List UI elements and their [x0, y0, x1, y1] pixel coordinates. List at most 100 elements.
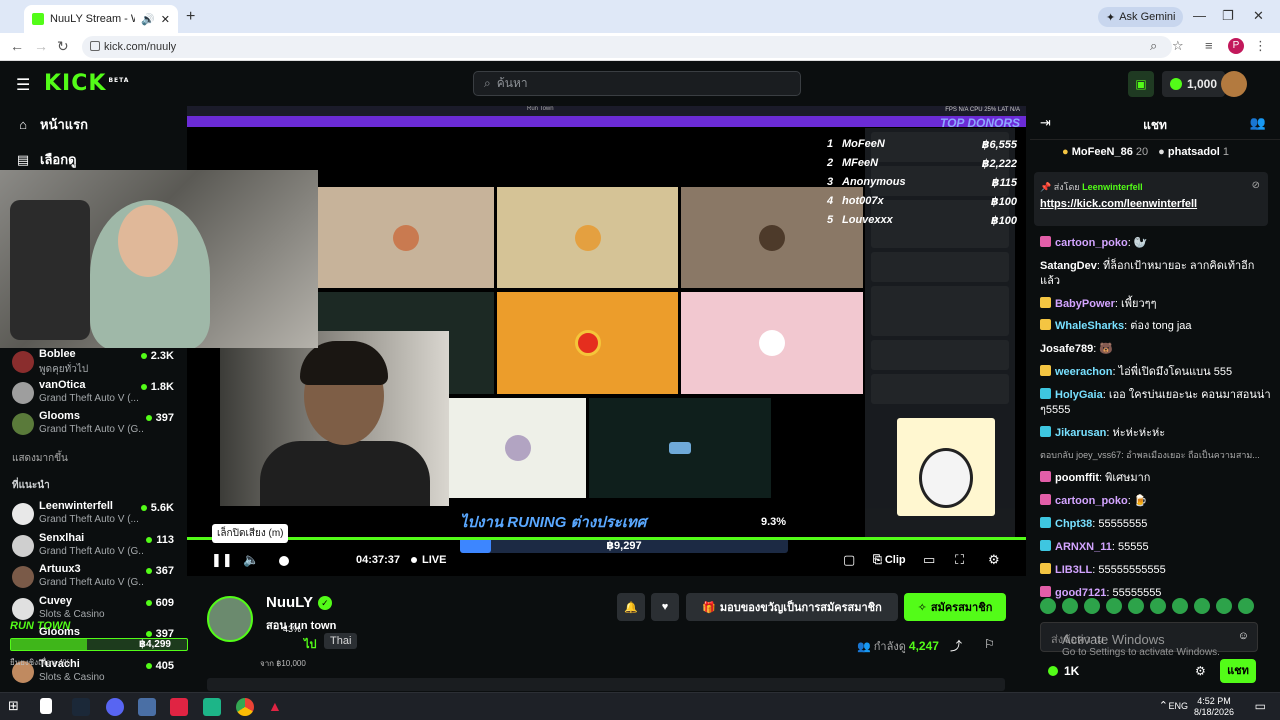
app-icon[interactable] — [138, 698, 156, 716]
sidebar-channel-senxlhai[interactable]: Senxlhai Grand Theft Auto V (G... 113 — [12, 532, 182, 562]
hide-pinned-icon[interactable]: ⊘ — [1252, 180, 1260, 191]
app-triangle-icon[interactable]: ▲ — [268, 698, 286, 716]
pinned-link[interactable]: https://kick.com/leenwinterfell — [1040, 198, 1197, 210]
pinned-message[interactable]: 📌 ส่งโดย Leenwinterfell https://kick.com… — [1034, 172, 1268, 226]
chat-username[interactable]: poomffit — [1055, 472, 1099, 484]
zoom-icon[interactable]: ⌕ — [1150, 38, 1157, 54]
video-seek-bar[interactable] — [187, 537, 1026, 540]
fullscreen-icon[interactable]: ⛶ — [955, 552, 964, 568]
site-info-icon[interactable] — [90, 41, 100, 51]
chat-username[interactable]: SatangDev — [1040, 260, 1097, 272]
top-gifter[interactable]: ● phatsadol 1 — [1158, 146, 1229, 158]
emote-icon[interactable] — [1084, 598, 1100, 614]
chat-username[interactable]: Chpt38 — [1055, 518, 1092, 530]
show-more-link[interactable]: แสดงมากขึ้น — [12, 451, 68, 466]
top-gifter[interactable]: ● MoFeeN_86 20 — [1062, 146, 1148, 158]
subscribe-button[interactable]: ✧ สมัครสมาชิก — [904, 593, 1006, 621]
forward-icon[interactable]: → — [34, 38, 48, 54]
steam-icon[interactable] — [72, 698, 90, 716]
notification-bell-button[interactable]: 🔔 — [617, 593, 645, 621]
maximize-icon[interactable]: ❐ — [1222, 8, 1234, 24]
volume-icon[interactable]: 🔈 — [243, 552, 259, 568]
chat-username[interactable]: HolyGaia — [1055, 389, 1103, 401]
chat-username[interactable]: Josafe789 — [1040, 343, 1093, 355]
pause-icon[interactable]: ❚❚ — [211, 552, 233, 568]
chat-users-icon[interactable]: 👥 — [1250, 115, 1266, 131]
ask-gemini-button[interactable]: ✦ Ask Gemini — [1098, 7, 1184, 27]
nav-home[interactable]: ⌂ หน้าแรก — [16, 114, 88, 135]
system-tray-chevron-icon[interactable]: ⌃ — [1159, 699, 1168, 712]
obs-app-icon[interactable] — [170, 698, 188, 716]
settings-gear-icon[interactable]: ⚙ — [988, 552, 1000, 568]
sidebar-channel-vanotica[interactable]: vanOtica Grand Theft Auto V (... 1.8K — [12, 379, 182, 409]
send-chat-button[interactable]: แชท — [1220, 659, 1256, 683]
bookmark-star-icon[interactable]: ☆ — [1172, 38, 1184, 54]
app-icon[interactable] — [203, 698, 221, 716]
sidebar-channel-artuux3[interactable]: Artuux3 Grand Theft Auto V (G... 367 — [12, 563, 182, 593]
chat-username[interactable]: LIB3LL — [1055, 564, 1092, 576]
chat-username[interactable]: WhaleSharks — [1055, 320, 1124, 332]
chat-username[interactable]: weerachon — [1055, 366, 1112, 378]
emote-icon[interactable] — [1106, 598, 1122, 614]
sidebar-channel-leenwinterfell[interactable]: Leenwinterfell Grand Theft Auto V (... 5… — [12, 500, 182, 530]
chat-username[interactable]: BabyPower — [1055, 298, 1115, 310]
store-button[interactable]: ▣ — [1128, 71, 1154, 97]
back-icon[interactable]: ← — [10, 38, 24, 54]
language-indicator[interactable]: ENG — [1168, 701, 1188, 711]
nav-browse[interactable]: ▤ เลือกดู — [16, 149, 77, 170]
sidebar-channel-glooms[interactable]: Glooms Grand Theft Auto V (G... 397 — [12, 410, 182, 440]
emote-icon[interactable] — [1062, 598, 1078, 614]
streamer-name[interactable]: NuuLY ✓ — [266, 594, 332, 611]
profile-avatar[interactable]: P — [1228, 38, 1244, 54]
chat-kicks-balance[interactable]: 1K — [1048, 664, 1079, 678]
volume-slider-knob[interactable] — [279, 556, 289, 566]
chrome-icon[interactable] — [236, 698, 254, 716]
chat-username[interactable]: cartoon_poko — [1055, 237, 1128, 249]
minimize-icon[interactable]: — — [1193, 8, 1206, 23]
emote-icon[interactable] — [1194, 598, 1210, 614]
chat-username[interactable]: cartoon_poko — [1055, 495, 1128, 507]
live-badge[interactable]: LIVE — [411, 554, 446, 566]
chat-username[interactable]: good7121 — [1055, 587, 1106, 599]
share-icon[interactable]: ⤴ — [950, 637, 962, 654]
close-window-icon[interactable]: ✕ — [1253, 8, 1264, 24]
chat-username[interactable]: Jikarusan — [1055, 427, 1106, 439]
kicks-balance-button[interactable]: 1,000 — [1162, 71, 1226, 97]
gift-subscription-button[interactable]: 🎁 มอบของขวัญเป็นการสมัครสมาชิก — [686, 593, 898, 621]
search-input[interactable]: ⌕ ค้นหา — [473, 71, 801, 96]
stream-category[interactable]: ไป — [304, 635, 317, 653]
emote-icon[interactable] — [1128, 598, 1144, 614]
emoji-picker-icon[interactable]: ☺ — [1238, 630, 1249, 642]
new-tab-button[interactable]: + — [186, 8, 195, 26]
emote-icon[interactable] — [1216, 598, 1232, 614]
reload-icon[interactable]: ↻ — [57, 38, 69, 55]
emote-icon[interactable] — [1150, 598, 1166, 614]
sidebar-channel-boblee[interactable]: Boblee พูดคุยทั่วไป 2.3K — [12, 348, 182, 378]
browser-menu-icon[interactable]: ⋮ — [1254, 38, 1267, 54]
streamer-avatar[interactable] — [207, 596, 253, 642]
theater-mode-icon[interactable]: ▭ — [923, 552, 935, 568]
system-clock[interactable]: 4:52 PM 8/18/2026 — [1194, 696, 1234, 718]
notification-icon[interactable]: ▭ — [1255, 699, 1266, 713]
tab-close-icon[interactable]: ✕ — [161, 13, 170, 26]
chat-settings-icon[interactable]: ⚙ — [1195, 664, 1206, 678]
pip-icon[interactable]: ▢ — [843, 552, 855, 568]
discord-icon[interactable] — [106, 698, 124, 716]
browser-tab[interactable]: NuuLY Stream - Watch Live 🔊 ✕ — [24, 5, 178, 33]
user-avatar[interactable] — [1221, 71, 1247, 97]
windows-start-icon[interactable]: ⊞ — [8, 698, 26, 716]
hamburger-menu-icon[interactable]: ☰ — [16, 75, 30, 95]
media-controls-icon[interactable]: ≡ — [1205, 38, 1213, 53]
follow-heart-button[interactable]: ♥ — [651, 593, 679, 621]
file-icon[interactable] — [40, 698, 52, 714]
kick-logo[interactable]: KICK BETA — [44, 71, 129, 96]
emote-icon[interactable] — [1238, 598, 1254, 614]
tab-audio-icon[interactable]: 🔊 — [141, 13, 155, 26]
emote-icon[interactable] — [1040, 598, 1056, 614]
report-icon[interactable]: ⚐ — [984, 637, 995, 651]
chat-username[interactable]: ARNXN_11 — [1055, 541, 1112, 553]
language-tag[interactable]: Thai — [324, 633, 358, 649]
emote-icon[interactable] — [1172, 598, 1188, 614]
clip-button[interactable]: ⎘ Clip — [873, 554, 906, 567]
url-field[interactable]: kick.com/nuuly — [82, 36, 1172, 58]
